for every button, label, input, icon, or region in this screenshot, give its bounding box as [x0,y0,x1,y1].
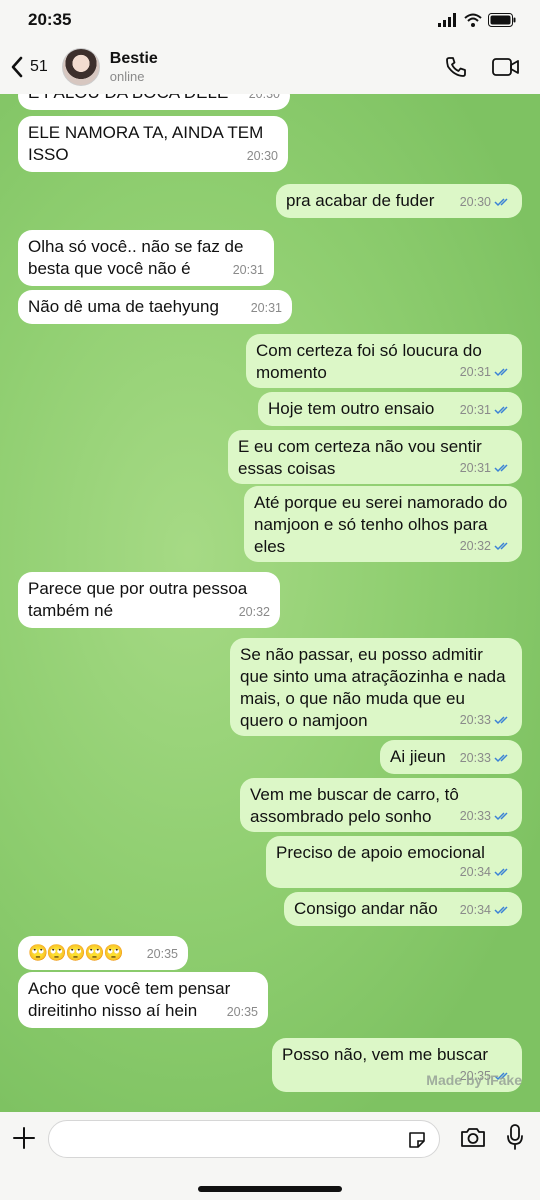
status-bar: 20:35 [0,0,540,40]
message-outgoing[interactable]: Com certeza foi só loucura do momento 20… [246,334,522,388]
message-text: Não dê uma de taehyung [28,297,219,316]
double-check-icon [494,406,508,415]
chevron-left-icon [11,56,23,78]
message-text: Com certeza foi só loucura do momento [256,341,482,382]
message-incoming[interactable]: Olha só você.. não se faz de besta que v… [18,230,274,286]
double-check-icon [494,868,508,877]
message-time: 20:34 [459,903,491,917]
message-time: 20:32 [459,539,491,553]
message-outgoing[interactable]: Ai jieun 20:33 [380,740,522,774]
microphone-icon[interactable] [506,1124,524,1150]
message-text: Hoje tem outro ensaio [268,399,435,418]
message-outgoing[interactable]: E eu com certeza não vou sentir essas co… [228,430,522,484]
chat-header: 51 Bestie online [0,40,540,94]
battery-icon [488,13,516,27]
camera-icon[interactable] [460,1126,486,1148]
double-check-icon [494,464,508,473]
message-incoming[interactable]: Acho que você tem pensar direitinho niss… [18,972,268,1028]
message-time: 20:30 [459,195,491,209]
message-text: Consigo andar não [294,899,438,918]
contact-info[interactable]: Bestie online [110,50,158,84]
sticker-icon[interactable] [407,1130,427,1150]
message-text: E FALOU DA BOCA DELE [28,94,228,102]
message-time: 20:35 [146,947,178,961]
chat-area[interactable]: E FALOU DA BOCA DELE 20:30 ELE NAMORA TA… [0,94,540,1112]
message-text: Preciso de apoio emocional [276,843,485,862]
message-incoming[interactable]: ELE NAMORA TA, AINDA TEM ISSO 20:30 [18,116,288,172]
status-icons [438,13,516,27]
message-outgoing[interactable]: Se não passar, eu posso admitir que sint… [230,638,522,736]
message-text: Ai jieun [390,747,446,766]
message-text: E eu com certeza não vou sentir essas co… [238,437,482,478]
message-time: 20:31 [459,365,491,379]
message-incoming[interactable]: 🙄🙄🙄🙄🙄 20:35 [18,936,188,970]
message-time: 20:33 [459,751,491,765]
wifi-icon [464,13,482,27]
emoji-message: 🙄🙄🙄🙄🙄 [28,943,124,962]
double-check-icon [494,754,508,763]
message-text: ELE NAMORA TA, AINDA TEM ISSO [28,123,264,164]
double-check-icon [494,542,508,551]
double-check-icon [494,906,508,915]
message-time: 20:33 [459,713,491,727]
message-time: 20:31 [250,301,282,315]
message-outgoing[interactable]: pra acabar de fuder 20:30 [276,184,522,218]
phone-icon[interactable] [444,55,468,79]
message-input[interactable] [48,1120,440,1158]
message-time: 20:31 [232,263,264,277]
home-indicator[interactable] [198,1186,342,1192]
message-outgoing[interactable]: Consigo andar não 20:34 [284,892,522,926]
double-check-icon [494,368,508,377]
message-text: Posso não, vem me buscar [282,1045,488,1064]
watermark: Made by iFake [426,1072,522,1088]
message-text: Parece que por outra pessoa também né [28,579,248,620]
message-outgoing[interactable]: Vem me buscar de carro, tô assombrado pe… [240,778,522,832]
message-time: 20:33 [459,809,491,823]
signal-icon [438,13,456,27]
message-text: Acho que você tem pensar direitinho niss… [28,979,231,1020]
double-check-icon [494,812,508,821]
message-incoming[interactable]: Não dê uma de taehyung 20:31 [18,290,292,324]
message-text: pra acabar de fuder [286,191,435,210]
message-outgoing[interactable]: Até porque eu serei namorado do namjoon … [244,486,522,562]
status-time: 20:35 [28,10,72,29]
message-incoming[interactable]: Parece que por outra pessoa também né 20… [18,572,280,628]
contact-name: Bestie [109,50,158,67]
message-time: 20:30 [246,149,278,163]
message-incoming[interactable]: E FALOU DA BOCA DELE 20:30 [18,94,290,110]
contact-status: online [109,69,145,84]
unread-count: 51 [30,58,48,75]
message-outgoing[interactable]: Hoje tem outro ensaio 20:31 [258,392,522,426]
message-time: 20:32 [238,605,270,619]
message-time: 20:31 [459,461,491,475]
message-time: 20:35 [226,1005,258,1019]
avatar[interactable] [61,48,100,86]
message-time: 20:30 [248,94,280,101]
double-check-icon [494,716,508,725]
double-check-icon [494,198,508,207]
message-outgoing[interactable]: Preciso de apoio emocional 20:34 [266,836,522,888]
plus-icon[interactable] [12,1126,36,1150]
back-button[interactable]: 51 [10,56,48,78]
message-text: Olha só você.. não se faz de besta que v… [28,237,244,278]
message-time: 20:31 [459,403,491,417]
message-text: Vem me buscar de carro, tô assombrado pe… [250,785,459,826]
video-icon[interactable] [492,57,520,77]
message-time: 20:34 [459,865,491,879]
